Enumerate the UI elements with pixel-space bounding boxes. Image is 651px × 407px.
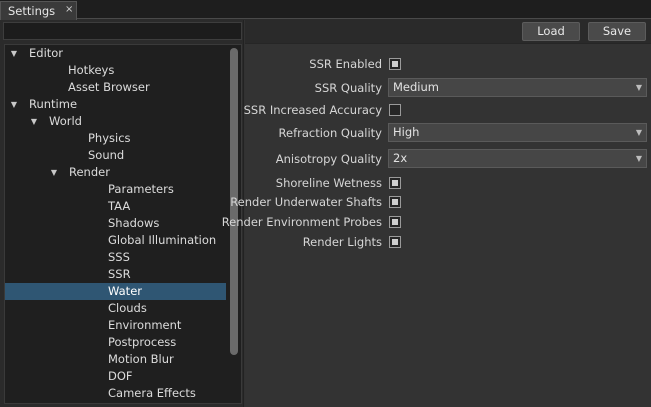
tree-item[interactable]: SSR [5, 266, 226, 283]
setting-checkbox[interactable] [389, 236, 401, 248]
close-icon[interactable]: × [65, 4, 73, 15]
tree-item[interactable]: Water [5, 283, 226, 300]
setting-select[interactable]: 2x ▼ [388, 149, 647, 168]
tree-item[interactable]: Physics [5, 130, 226, 147]
tree-item-label: Runtime [29, 97, 78, 111]
chevron-down-icon: ▼ [635, 154, 642, 163]
caret-down-icon[interactable]: ▼ [29, 113, 39, 130]
tree-item[interactable]: Motion Blur [5, 351, 226, 368]
setting-label: SSR Quality [314, 81, 382, 95]
tree-item-label: Hotkeys [68, 63, 115, 77]
tree-item[interactable]: Sound [5, 147, 226, 164]
tree-item[interactable]: DOF [5, 368, 226, 385]
setting-label: Anisotropy Quality [275, 152, 382, 166]
setting-row: Render Lights [245, 232, 651, 252]
setting-checkbox[interactable] [389, 196, 401, 208]
tree-item[interactable]: ▼ Render [5, 164, 226, 181]
tree-item-label: SSR [108, 267, 131, 281]
tree-item-label: TAA [108, 199, 131, 213]
tree-item[interactable]: Shadows [5, 215, 226, 232]
tree-item-label: Motion Blur [108, 352, 174, 366]
tree-item-label: DOF [108, 369, 133, 383]
tree-item-label: Sound [88, 148, 125, 162]
tree-item-label: Parameters [108, 182, 174, 196]
caret-down-icon[interactable]: ▼ [9, 45, 19, 62]
setting-checkbox[interactable] [389, 104, 401, 116]
setting-row: Render Underwater Shafts [230, 192, 651, 212]
tree-item-label: Shadows [108, 216, 160, 230]
tree-item-label: World [49, 114, 82, 128]
settings-sidebar: ▼ Editor Hotkeys Asset Browser ▼ Runtime ▼ Worl… [0, 20, 244, 407]
select-value: High [393, 125, 420, 139]
tree-item-label: Environment [108, 318, 182, 332]
tree-item[interactable]: ▼ Editor [5, 45, 226, 62]
search-input[interactable] [3, 22, 242, 40]
tree-item-label: Camera Effects [108, 386, 196, 400]
load-button[interactable]: Load [522, 22, 580, 41]
setting-row: SSR Enabled [245, 54, 651, 74]
select-value: 2x [393, 151, 408, 165]
setting-row: Render Environment Probes [222, 212, 651, 232]
setting-label: Refraction Quality [278, 126, 382, 140]
settings-window: ▼ Editor Hotkeys Asset Browser ▼ Runtime ▼ Worl… [0, 20, 651, 407]
setting-row: Shoreline Wetness [245, 173, 651, 193]
tree-item-label: Render [69, 165, 110, 179]
tree-item[interactable]: TAA [5, 198, 226, 215]
select-value: Medium [393, 80, 439, 94]
tree-item-label: SSS [108, 250, 130, 264]
tree-item-label: Water [108, 284, 142, 298]
tree-item-label: Editor [29, 46, 64, 60]
tree-item-label: Postprocess [108, 335, 177, 349]
tree-item[interactable]: Parameters [5, 181, 226, 198]
setting-select[interactable]: High ▼ [388, 123, 647, 142]
setting-label: Render Lights [302, 235, 382, 249]
chevron-down-icon: ▼ [635, 128, 642, 137]
tree-item[interactable]: SSS [5, 249, 226, 266]
setting-checkbox[interactable] [389, 177, 401, 189]
tree-item[interactable]: Asset Browser [5, 79, 226, 96]
caret-down-icon[interactable]: ▼ [49, 164, 59, 181]
setting-checkbox[interactable] [389, 58, 401, 70]
setting-row: SSR Increased Accuracy [243, 100, 651, 120]
setting-label: Render Underwater Shafts [230, 195, 382, 209]
tree-item[interactable]: Global Illumination [5, 232, 226, 249]
tab-bar: Settings × [0, 0, 651, 20]
tab-settings[interactable]: Settings × [0, 1, 77, 20]
setting-label: Render Environment Probes [221, 215, 382, 229]
tree-item[interactable]: Hotkeys [5, 62, 226, 79]
setting-label: SSR Increased Accuracy [243, 103, 382, 117]
save-button[interactable]: Save [588, 22, 646, 41]
tree-item-label: Global Illumination [108, 233, 217, 247]
setting-label: Shoreline Wetness [275, 176, 382, 190]
setting-select[interactable]: Medium ▼ [388, 78, 647, 97]
tree-item-label: Physics [88, 131, 131, 145]
setting-row: Anisotropy Quality 2x ▼ [245, 149, 651, 169]
tree-item[interactable]: Clouds [5, 300, 226, 317]
setting-row: SSR Quality Medium ▼ [245, 78, 651, 98]
settings-tree: ▼ Editor Hotkeys Asset Browser ▼ Runtime ▼ Worl… [4, 44, 242, 404]
tab-title: Settings [8, 4, 56, 18]
tree-item[interactable]: Environment [5, 317, 226, 334]
tree-item[interactable]: ▼ World [5, 113, 226, 130]
setting-label: SSR Enabled [309, 57, 382, 71]
tree-item[interactable]: Camera Effects [5, 385, 226, 402]
setting-row: Refraction Quality High ▼ [245, 123, 651, 143]
settings-panel: Load Save SSR Enabled SSR Quality Medium ▼ S… [222, 20, 651, 407]
tree-item-label: Clouds [108, 301, 147, 315]
tree-item[interactable]: ▼ Runtime [5, 96, 226, 113]
tree-item[interactable]: Postprocess [5, 334, 226, 351]
toolbar: Load Save [245, 20, 651, 44]
tree-item-label: Asset Browser [68, 80, 150, 94]
setting-checkbox[interactable] [389, 216, 401, 228]
caret-down-icon[interactable]: ▼ [9, 96, 19, 113]
chevron-down-icon: ▼ [635, 83, 642, 92]
